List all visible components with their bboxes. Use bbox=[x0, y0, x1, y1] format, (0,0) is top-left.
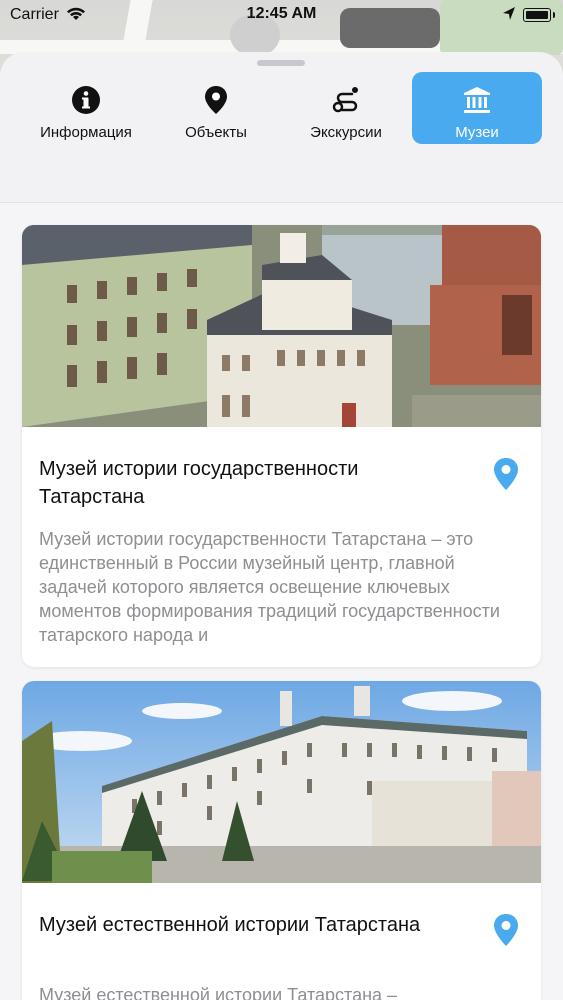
tab-info[interactable]: Информация bbox=[21, 72, 151, 144]
kremlin-buildings-photo bbox=[22, 225, 541, 427]
museum-title: Музей естественной истории Татарстана bbox=[39, 914, 421, 936]
tab-excursions-label: Экскурсии bbox=[310, 124, 382, 141]
museum-title: Музей истории государственности Татарста… bbox=[39, 458, 359, 508]
museum-description: Музей естественной истории Татарстана – bbox=[39, 985, 398, 1000]
sheet-grabber[interactable] bbox=[257, 60, 305, 66]
clock: 12:45 AM bbox=[246, 5, 317, 22]
tab-museums[interactable]: Музеи bbox=[412, 72, 542, 144]
museum-card[interactable]: Музей естественной истории Татарстана Му… bbox=[22, 681, 541, 1000]
map-pin-icon[interactable] bbox=[492, 457, 520, 491]
long-white-building-photo bbox=[22, 681, 541, 883]
museum-card[interactable]: Музей истории государственности Татарста… bbox=[22, 225, 541, 667]
tab-museums-label: Музеи bbox=[455, 124, 499, 141]
tab-bar: Информация Объекты Экскурсии Музеи bbox=[0, 72, 563, 144]
route-icon bbox=[332, 87, 358, 113]
tab-objects[interactable]: Объекты bbox=[151, 72, 281, 144]
location-arrow-icon bbox=[503, 7, 515, 20]
museum-list: Музей истории государственности Татарста… bbox=[0, 203, 563, 1000]
museum-icon bbox=[464, 87, 490, 113]
battery-icon bbox=[523, 8, 555, 22]
tab-info-label: Информация bbox=[40, 124, 132, 141]
tab-objects-label: Объекты bbox=[185, 124, 247, 141]
status-bar: Carrier 12:45 AM bbox=[0, 0, 563, 30]
museum-description: Музей истории государственности Татарста… bbox=[39, 529, 500, 645]
tab-excursions[interactable]: Экскурсии bbox=[281, 72, 411, 144]
location-pin-icon bbox=[205, 86, 227, 114]
bottom-sheet: Информация Объекты Экскурсии Музеи Музей… bbox=[0, 52, 563, 1000]
map-pin-icon[interactable] bbox=[492, 913, 520, 947]
info-icon bbox=[72, 86, 100, 114]
